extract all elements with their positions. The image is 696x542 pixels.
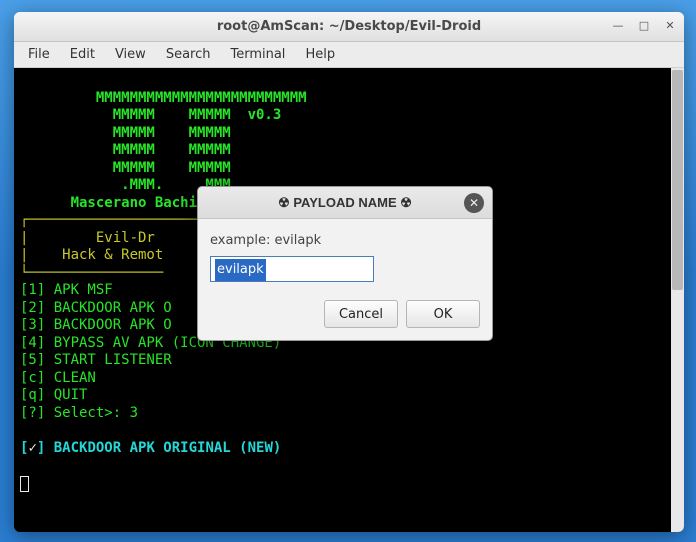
- dialog-title-text: ☢ PAYLOAD NAME ☢: [278, 195, 412, 211]
- menu-view[interactable]: View: [107, 43, 154, 66]
- window-controls: — □ ✕: [610, 17, 678, 33]
- banner-line: MMMMM MMMMM v0.3: [20, 107, 281, 123]
- status-text: BACKDOOR APK ORIGINAL (NEW): [54, 440, 282, 456]
- close-icon: ✕: [469, 196, 479, 210]
- payload-name-dialog: ☢ PAYLOAD NAME ☢ ✕ example: evilapk evil…: [197, 186, 493, 341]
- menu-help[interactable]: Help: [297, 43, 343, 66]
- close-icon: ✕: [665, 19, 674, 32]
- menu-terminal[interactable]: Terminal: [222, 43, 293, 66]
- close-button[interactable]: ✕: [662, 17, 678, 33]
- titlebar[interactable]: root@AmScan: ~/Desktop/Evil-Droid — □ ✕: [14, 12, 684, 42]
- menu-option-c: [c] CLEAN: [20, 370, 96, 386]
- ok-button[interactable]: OK: [406, 300, 480, 328]
- window-title: root@AmScan: ~/Desktop/Evil-Droid: [217, 19, 481, 34]
- payload-name-input[interactable]: evilapk: [210, 256, 374, 282]
- maximize-button[interactable]: □: [636, 17, 652, 33]
- cursor-icon: [20, 476, 29, 492]
- dialog-body: example: evilapk evilapk: [198, 219, 492, 288]
- menu-option-3: [3] BACKDOOR APK O: [20, 317, 172, 333]
- menu-edit[interactable]: Edit: [62, 43, 103, 66]
- banner-line: MMMMM MMMMM: [20, 142, 231, 158]
- dialog-close-button[interactable]: ✕: [464, 193, 484, 213]
- dialog-buttons: Cancel OK: [198, 288, 492, 340]
- dialog-titlebar[interactable]: ☢ PAYLOAD NAME ☢ ✕: [198, 187, 492, 219]
- menu-file[interactable]: File: [20, 43, 58, 66]
- cancel-button[interactable]: Cancel: [324, 300, 398, 328]
- menubar: File Edit View Search Terminal Help: [14, 42, 684, 68]
- minimize-icon: —: [613, 19, 624, 32]
- banner-line: MMMMM MMMMM: [20, 125, 231, 141]
- menu-search[interactable]: Search: [158, 43, 219, 66]
- minimize-button[interactable]: —: [610, 17, 626, 33]
- banner-line: MMMMMMMMMMMMMMMMMMMMMMMMM: [20, 90, 307, 106]
- menu-option-5: [5] START LISTENER: [20, 352, 172, 368]
- example-label: example: evilapk: [210, 233, 480, 248]
- cancel-label: Cancel: [339, 307, 383, 322]
- status-bracket: ]: [37, 440, 54, 456]
- box-line: | Hack & Remot: [20, 247, 163, 263]
- menu-option-2: [2] BACKDOOR APK O: [20, 300, 172, 316]
- scrollbar[interactable]: [671, 68, 684, 532]
- check-icon: ✓: [28, 440, 36, 456]
- scrollbar-thumb[interactable]: [672, 70, 683, 290]
- box-line: | Evil-Dr: [20, 230, 155, 246]
- ok-label: OK: [434, 307, 453, 322]
- box-bottom: └────────────────: [20, 265, 163, 281]
- maximize-icon: □: [639, 19, 649, 32]
- input-value-selected: evilapk: [215, 259, 266, 281]
- banner-line: MMMMM MMMMM: [20, 160, 231, 176]
- select-prompt: [?] Select>: 3: [20, 405, 138, 421]
- menu-option-q: [q] QUIT: [20, 387, 87, 403]
- menu-option-1: [1] APK MSF: [20, 282, 113, 298]
